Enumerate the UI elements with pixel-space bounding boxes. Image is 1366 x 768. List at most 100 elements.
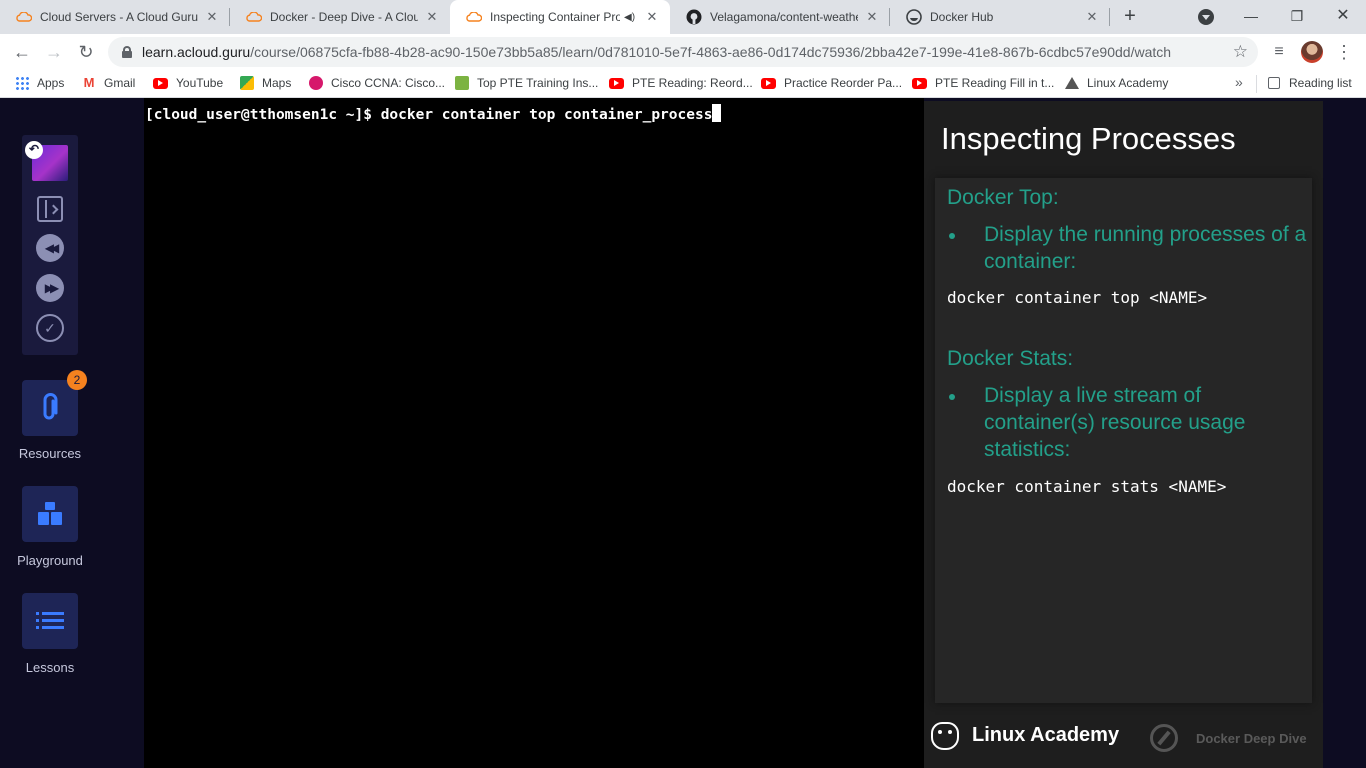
tab-title: Docker Hub — [930, 10, 994, 24]
forward-icon[interactable]: → — [42, 40, 66, 64]
close-icon[interactable]: ✕ — [204, 9, 220, 25]
youtube-icon — [761, 77, 776, 89]
section-heading-docker-top: Docker Top: — [947, 186, 1059, 209]
more-bookmarks-icon[interactable]: » — [1235, 74, 1243, 90]
tab-search-icon[interactable] — [1198, 9, 1214, 25]
code-docker-stats: docker container stats <NAME> — [947, 477, 1227, 496]
bookmark-label: Top PTE Training Ins... — [477, 76, 599, 90]
bookmark-label: Practice Reorder Pa... — [784, 76, 903, 90]
course-logo: Docker Deep Dive — [1150, 724, 1307, 752]
bookmarks-bar: Apps M Gmail YouTube Maps Cisco CCNA: Cis… — [0, 70, 1366, 98]
acloudguru-icon — [246, 9, 262, 25]
section-heading-docker-stats: Docker Stats: — [947, 347, 1074, 370]
bookmark-gmail[interactable]: M Gmail — [82, 75, 136, 91]
lock-icon — [122, 46, 132, 58]
reading-list-icon — [1268, 77, 1280, 89]
playground-button[interactable] — [22, 486, 78, 542]
close-icon[interactable]: ✕ — [644, 9, 660, 25]
profile-avatar[interactable] — [1301, 41, 1323, 63]
bookmark-label: PTE Reading: Reord... — [632, 76, 753, 90]
bookmark-label: YouTube — [176, 76, 224, 90]
maximize-button[interactable]: ❐ — [1274, 0, 1320, 34]
gmail-icon: M — [83, 75, 95, 90]
minimize-button[interactable]: — — [1228, 0, 1274, 34]
slide-content-card: Docker Top: Display the running processe… — [935, 178, 1312, 703]
player-controls: ↶ ◀◀ ▶▶ ✓ — [22, 135, 78, 355]
fast-forward-icon[interactable]: ▶▶ — [36, 274, 64, 302]
tab-docker-hub[interactable]: Docker Hub ✕ — [890, 0, 1110, 34]
back-arrow-icon[interactable]: ↶ — [25, 141, 43, 159]
close-icon[interactable]: ✕ — [864, 9, 880, 25]
lessons-label: Lessons — [25, 660, 75, 675]
code-docker-top: docker container top <NAME> — [947, 288, 1208, 307]
tab-title: Docker - Deep Dive - A Cloud — [270, 10, 418, 24]
linux-academy-logo: Linux Academy — [930, 719, 1119, 751]
list-icon — [36, 612, 64, 629]
bookmark-apps[interactable]: Apps — [15, 76, 64, 90]
paperclip-icon — [43, 393, 58, 420]
bookmark-label: Gmail — [104, 76, 136, 90]
tab-cloud-servers[interactable]: Cloud Servers - A Cloud Guru ✕ — [0, 0, 230, 34]
reload-icon[interactable]: ↻ — [74, 40, 98, 64]
youtube-icon — [153, 77, 168, 89]
close-window-button[interactable]: ✕ — [1320, 0, 1366, 34]
url-host: learn.acloud.guru — [142, 44, 251, 60]
playground-label: Playground — [17, 553, 83, 568]
terminal-cursor — [712, 104, 722, 122]
speaker-icon[interactable]: ◀) — [624, 12, 638, 23]
cisco-icon — [309, 76, 323, 90]
tab-docker-deep-dive[interactable]: Docker - Deep Dive - A Cloud ✕ — [230, 0, 450, 34]
bookmark-label: Linux Academy — [1087, 76, 1169, 90]
bullet-dot — [949, 394, 955, 400]
terminal-command: docker container top container_process — [380, 107, 713, 123]
toggle-sidebar-icon[interactable] — [37, 196, 63, 222]
browser-toolbar: ← → ↻ learn.acloud.guru/course/06875cfa-… — [0, 34, 1366, 70]
lessons-button[interactable] — [22, 593, 78, 649]
tab-title: Inspecting Container Pro — [490, 10, 620, 24]
bookmark-maps[interactable]: Maps — [240, 76, 291, 90]
bookmarks-divider — [1256, 75, 1257, 93]
media-control-icon[interactable]: ≡ — [1267, 40, 1291, 64]
resources-button[interactable] — [22, 380, 78, 436]
bookmark-pte-training[interactable]: Top PTE Training Ins... — [455, 76, 598, 90]
close-icon[interactable]: ✕ — [424, 9, 440, 25]
course-name: Docker Deep Dive — [1196, 730, 1307, 746]
bookmark-linux-academy[interactable]: Linux Academy — [1065, 76, 1168, 90]
reading-list-button[interactable]: Reading list — [1268, 76, 1352, 90]
resources-label: Resources — [18, 446, 82, 461]
bullet-docker-top: Display the running processes of a conta… — [984, 223, 1307, 273]
bookmark-practice-reorder[interactable]: Practice Reorder Pa... — [761, 76, 902, 90]
menu-icon[interactable]: ⋮ — [1332, 40, 1356, 64]
cubes-icon — [38, 502, 62, 525]
url-path: /course/06875cfa-fb88-4b28-ac90-150e73bb… — [250, 44, 1172, 60]
back-icon[interactable]: ← — [10, 40, 34, 64]
mark-complete-icon[interactable]: ✓ — [36, 314, 64, 342]
new-tab-button[interactable]: + — [1118, 5, 1142, 29]
bookmark-cisco[interactable]: Cisco CCNA: Cisco... — [309, 76, 445, 90]
youtube-icon — [609, 77, 624, 89]
pte-icon — [455, 76, 469, 90]
dockerhub-icon — [906, 9, 922, 25]
tab-inspecting-container[interactable]: Inspecting Container Pro ◀) ✕ — [450, 0, 670, 34]
bullet-dot — [949, 233, 955, 239]
bookmark-pte-fill[interactable]: PTE Reading Fill in t... — [912, 76, 1054, 90]
address-bar[interactable]: learn.acloud.guru/course/06875cfa-fb88-4… — [108, 37, 1258, 67]
tab-github[interactable]: Velagamona/content-weathe ✕ — [670, 0, 890, 34]
rewind-icon[interactable]: ◀◀ — [36, 234, 64, 262]
brand-name: Linux Academy — [972, 723, 1120, 746]
github-icon — [686, 9, 702, 25]
terminal-video[interactable]: [cloud_user@tthomsen1c ~]$ docker contai… — [144, 98, 924, 768]
apps-icon — [15, 76, 29, 90]
bookmark-pte-reading[interactable]: PTE Reading: Reord... — [609, 76, 753, 90]
terminal-line: [cloud_user@tthomsen1c ~]$ docker contai… — [145, 104, 722, 123]
bookmark-youtube[interactable]: YouTube — [153, 76, 223, 90]
bookmark-star-icon[interactable]: ☆ — [1233, 42, 1248, 62]
close-icon[interactable]: ✕ — [1084, 9, 1100, 25]
bookmark-label: Maps — [262, 76, 292, 90]
compass-icon — [1150, 724, 1178, 752]
acloudguru-icon — [466, 9, 482, 25]
slide-title: Inspecting Processes — [941, 121, 1236, 156]
course-sidebar: ↶ ◀◀ ▶▶ ✓ 2 Resources Playground Lessons — [0, 98, 100, 768]
tab-separator — [1109, 8, 1110, 26]
reading-list-label: Reading list — [1289, 76, 1352, 90]
